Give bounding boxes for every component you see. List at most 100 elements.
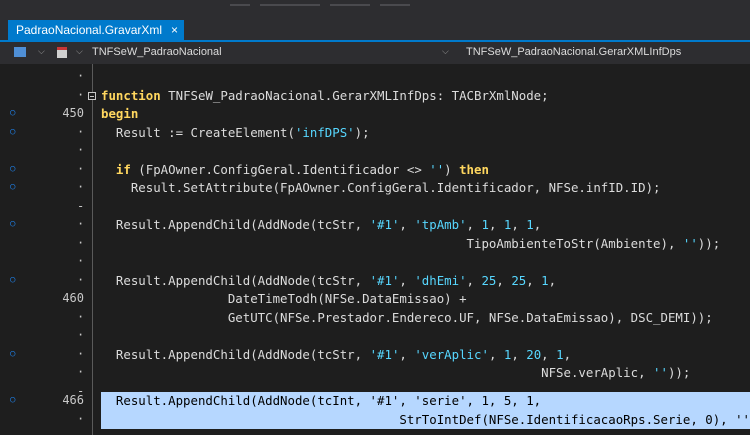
code-text: , (496, 272, 512, 288)
line-dot: · (77, 411, 85, 426)
code-text: (FpAOwner.ConfigGeral.Identificador <> (130, 161, 430, 177)
line-number: 466 (62, 393, 84, 407)
chevron-down-icon[interactable]: ⌵ (442, 46, 449, 57)
line-dot: · (77, 124, 85, 139)
menu-strip (0, 0, 750, 18)
line-dot: · (77, 217, 85, 231)
code-text: )); (667, 365, 691, 380)
code-text: , (466, 272, 482, 288)
code-text: , (488, 346, 504, 362)
unit-icon[interactable] (57, 47, 67, 58)
line-dot: · (77, 143, 85, 157)
line-number: 450 (62, 106, 84, 120)
code-text: , (548, 272, 557, 288)
string-literal: '#1' (369, 346, 400, 362)
line-dot: · (77, 180, 85, 194)
string-literal: '#1' (369, 272, 400, 288)
code-line: ○ · Result.AppendChild(AddNode(tcStr, '#… (0, 272, 750, 291)
code-text: DateTimeTodh(NFSe.DataEmissao) + (101, 291, 467, 306)
breakpoint-marker-icon[interactable]: ○ (10, 164, 15, 174)
code-text: , (488, 217, 504, 232)
string-literal: 'infDPS' (294, 124, 355, 140)
code-line: ○ · if (FpAOwner.ConfigGeral.Identificad… (0, 161, 750, 180)
left-scope-dropdown[interactable]: TNFSeW_PadraoNacional (92, 46, 222, 58)
line-dot: · (77, 87, 85, 102)
number-literal: 1 (481, 217, 489, 232)
breakpoint-marker-icon[interactable]: ○ (10, 127, 15, 137)
code-line: · TipoAmbienteToStr(Ambiente), '')); (0, 235, 750, 254)
tab-title: PadraoNacional.GravarXml (16, 23, 163, 37)
code-line: · function TNFSeW_PadraoNacional.GerarXM… (0, 87, 750, 106)
keyword: function (101, 87, 161, 103)
code-text: , (533, 217, 542, 232)
code-line: 460 DateTimeTodh(NFSe.DataEmissao) + (0, 290, 750, 309)
line-dot: · (77, 235, 85, 250)
close-icon[interactable]: × (171, 20, 178, 40)
code-text: )); (697, 235, 721, 251)
code-text: , (526, 272, 542, 288)
code-text: Result.AppendChild(AddNode(tcStr, (101, 272, 370, 288)
code-text: NFSe.verAplic, (101, 365, 654, 380)
code-text: GetUTC(NFSe.Prestador.Endereco.UF, NFSe.… (101, 309, 713, 325)
string-literal: '' (682, 235, 698, 251)
code-line: ○ 450 begin (0, 105, 750, 124)
code-text: ); (354, 124, 370, 140)
code-line: · StrToIntDef(NFSe.IdentificacaoRps.Seri… (0, 410, 750, 429)
string-literal: 'verAplic' (414, 346, 489, 362)
keyword: if (115, 161, 131, 177)
string-literal: '#1' (369, 217, 400, 232)
string-literal: '' (429, 161, 445, 177)
number-literal: 1 (556, 346, 564, 362)
navigation-bar: ⌵ ⌵ TNFSeW_PadraoNacional ⌵ TNFSeW_Padra… (0, 42, 750, 64)
code-line: · (0, 253, 750, 272)
line-dot: · (77, 309, 85, 324)
string-literal: 'tpAmb' (414, 217, 467, 232)
fold-toggle-icon[interactable] (88, 91, 96, 100)
number-literal: 1 (541, 272, 549, 288)
selected-code-text[interactable]: StrToIntDef(NFSe.IdentificacaoRps.Serie,… (101, 412, 750, 427)
breakpoint-marker-icon[interactable]: ○ (10, 219, 15, 229)
breakpoint-marker-icon[interactable]: ○ (10, 108, 15, 118)
structure-icon[interactable] (14, 47, 26, 57)
code-line: ○ · Result := CreateElement('infDPS'); (0, 124, 750, 143)
line-dot: · (77, 254, 85, 268)
chevron-down-icon[interactable]: ⌵ (38, 46, 45, 57)
code-text: , (511, 346, 527, 362)
code-text: , (541, 346, 557, 362)
code-line: ○ · Result.AppendChild(AddNode(tcStr, '#… (0, 346, 750, 365)
code-line: · (0, 68, 750, 87)
code-text: Result.SetAttribute(FpAOwner.ConfigGeral… (101, 180, 661, 195)
line-dot: · (77, 346, 85, 361)
keyword: then (459, 161, 489, 177)
code-line: · GetUTC(NFSe.Prestador.Endereco.UF, NFS… (0, 309, 750, 328)
code-text: Result.AppendChild(AddNode(tcStr, (101, 217, 370, 232)
line-number: 460 (62, 291, 84, 305)
line-dash: - (77, 198, 85, 213)
tab-padraonacional-gravarxml[interactable]: PadraoNacional.GravarXml × (8, 20, 184, 40)
selected-code-text[interactable]: Result.AppendChild(AddNode(tcInt, '#1', … (101, 393, 541, 408)
line-dot: · (77, 69, 85, 83)
code-text: , (399, 272, 415, 288)
code-editor[interactable]: · · function TNFSeW_PadraoNacional.Gerar… (0, 64, 750, 435)
code-text: Result.AppendChild(AddNode(tcStr, (101, 346, 370, 362)
right-scope-dropdown[interactable]: TNFSeW_PadraoNacional.GerarXMLInfDps (466, 46, 681, 58)
code-text: , (399, 346, 415, 362)
code-text: , (466, 217, 482, 232)
number-literal: 20 (526, 346, 542, 362)
breakpoint-marker-icon[interactable]: ○ (10, 395, 15, 405)
code-text: , (399, 217, 415, 232)
breakpoint-marker-icon[interactable]: ○ (10, 349, 15, 359)
code-line: ○ · Result.SetAttribute(FpAOwner.ConfigG… (0, 179, 750, 198)
line-dot: · (77, 161, 85, 176)
code-line: - (0, 198, 750, 217)
breakpoint-marker-icon[interactable]: ○ (10, 182, 15, 192)
code-line: · NFSe.verAplic, '')); (0, 364, 750, 383)
number-literal: 25 (481, 272, 497, 288)
line-dot: · (77, 365, 85, 379)
breakpoint-marker-icon[interactable]: ○ (10, 275, 15, 285)
code-line: · (0, 327, 750, 346)
code-text: TipoAmbienteToStr(Ambiente), (101, 235, 683, 251)
code-line: ○ 466 Result.AppendChild(AddNode(tcInt, … (0, 392, 750, 411)
chevron-down-icon[interactable]: ⌵ (76, 46, 83, 57)
